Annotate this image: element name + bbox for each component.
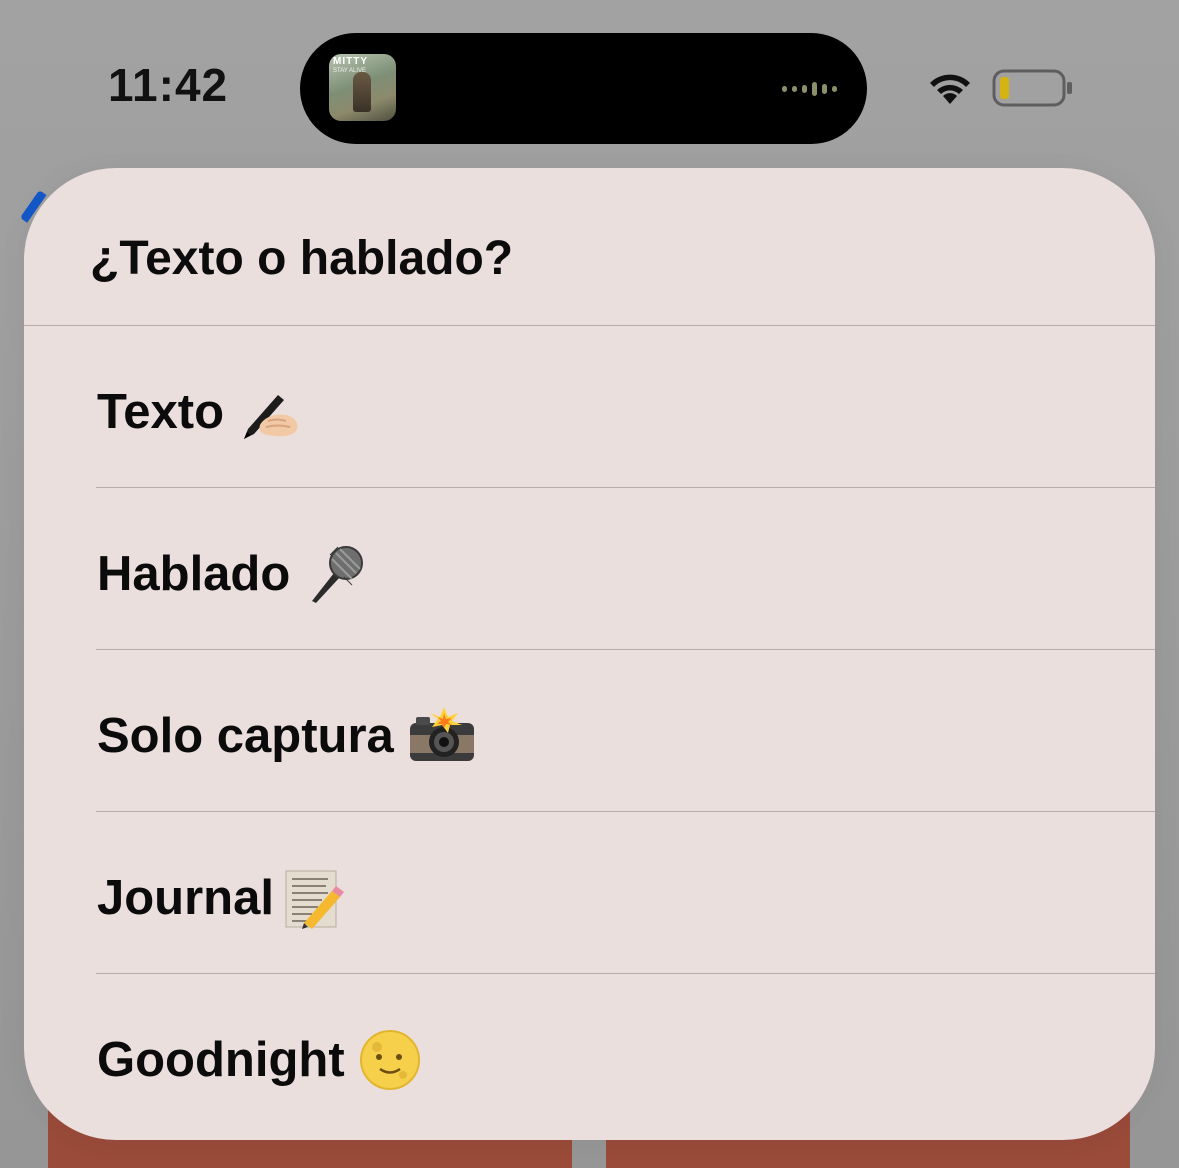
audio-waveform-icon [782, 82, 837, 96]
sheet-header: ¿Texto o hablado? [24, 168, 1155, 326]
battery-icon [992, 69, 1074, 114]
artwork-title: MITTY [333, 56, 368, 67]
full-moon-face-icon [359, 1029, 421, 1091]
option-journal[interactable]: Journal [24, 812, 1155, 974]
option-solo-captura[interactable]: Solo captura [24, 650, 1155, 812]
camera-flash-icon [408, 705, 476, 767]
artwork-figure [353, 72, 371, 112]
option-label: Hablado [97, 547, 291, 601]
option-texto[interactable]: Texto [24, 326, 1155, 488]
sheet-title: ¿Texto o hablado? [90, 232, 514, 285]
microphone-icon [304, 543, 366, 605]
status-time: 11:42 [108, 59, 229, 111]
action-sheet: ¿Texto o hablado? Texto Hablado Solo cap… [24, 168, 1155, 1140]
option-label: Journal [97, 871, 274, 925]
option-label: Solo captura [97, 709, 394, 763]
memo-icon [282, 867, 344, 929]
wifi-icon [926, 68, 974, 111]
option-label: Goodnight [97, 1033, 345, 1087]
option-label: Texto [97, 385, 225, 439]
now-playing-artwork: MITTY STAY ALIVE [329, 54, 396, 121]
dynamic-island[interactable]: MITTY STAY ALIVE [300, 33, 867, 144]
phone-screen: 11:42 MITTY STAY ALIVE ¿Texto o hablado?… [0, 0, 1179, 1168]
option-goodnight[interactable]: Goodnight [24, 974, 1155, 1136]
writing-hand-icon [238, 381, 300, 443]
option-hablado[interactable]: Hablado [24, 488, 1155, 650]
